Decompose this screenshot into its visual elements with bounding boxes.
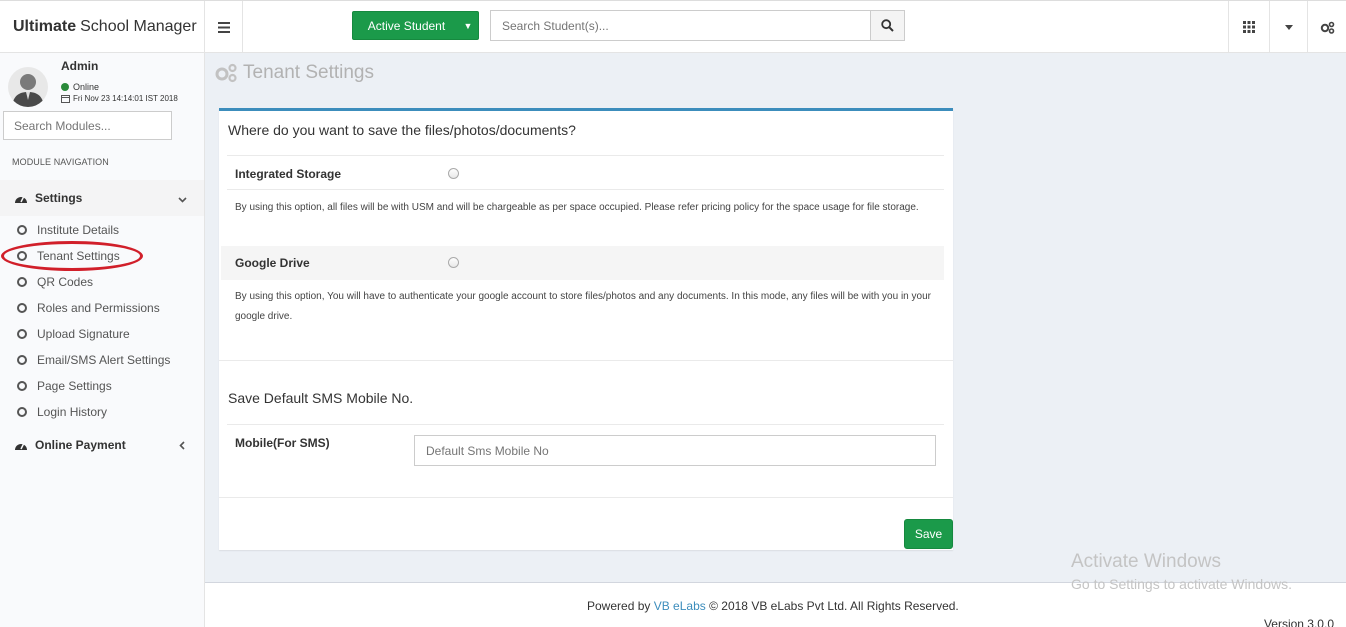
sidebar-item-roles-permissions[interactable]: Roles and Permissions [17, 299, 160, 317]
version-label: Version 3.0.0 [1263, 617, 1334, 627]
user-status-label: Online [73, 82, 100, 92]
google-drive-label: Google Drive [235, 256, 310, 270]
brand-rest: School Manager [80, 18, 197, 35]
module-search-input[interactable] [3, 111, 172, 140]
copyright-text: © 2018 VB eLabs Pvt Ltd. All Rights Rese… [709, 599, 959, 613]
integrated-storage-description: By using this option, all files will be … [235, 202, 919, 213]
sidebar-item-label: QR Codes [37, 275, 94, 289]
user-login-time: Fri Nov 23 14:14:01 IST 2018 [61, 94, 178, 103]
caret-down-icon: ▼ [463, 20, 473, 31]
student-search-input[interactable] [490, 10, 871, 41]
sidebar-item-online-payment[interactable]: Online Payment [0, 431, 204, 459]
google-drive-row [221, 246, 944, 280]
user-datetime: Fri Nov 23 14:14:01 IST 2018 [73, 94, 178, 103]
sidebar-item-label: Login History [37, 405, 108, 419]
sidebar-item-label: Email/SMS Alert Settings [37, 353, 171, 367]
google-drive-description: By using this option, You will have to a… [235, 291, 931, 322]
grid-icon [1243, 21, 1255, 33]
gears-icon [215, 63, 237, 83]
module-navigation-header: MODULE NAVIGATION [12, 157, 109, 167]
page-title: Tenant Settings [214, 62, 374, 84]
sidebar: Admin Online Fri Nov 23 14:14:01 IST 201… [0, 53, 205, 627]
circle-icon [17, 407, 27, 417]
circle-icon [17, 381, 27, 391]
sidebar-item-email-sms-alert[interactable]: Email/SMS Alert Settings [17, 351, 170, 369]
divider [227, 189, 944, 190]
control-sidebar-button[interactable] [1307, 1, 1346, 53]
brand-logo[interactable]: Ultimate School Manager [0, 1, 205, 53]
divider [227, 424, 944, 425]
sidebar-item-settings[interactable]: Settings [0, 180, 204, 216]
integrated-storage-label: Integrated Storage [235, 167, 342, 181]
divider [227, 155, 944, 156]
online-dot-icon [61, 83, 69, 91]
mobile-sms-label: Mobile(For SMS) [235, 436, 330, 450]
sms-mobile-heading: Save Default SMS Mobile No. [228, 390, 414, 406]
sidebar-item-label: Upload Signature [37, 327, 130, 341]
dashboard-icon [14, 193, 30, 204]
top-bar: Ultimate School Manager Active Student ▼ [0, 0, 1346, 53]
search-icon [881, 19, 894, 32]
settings-label: Settings [35, 191, 83, 205]
sidebar-item-upload-signature[interactable]: Upload Signature [17, 325, 130, 343]
save-button[interactable]: Save [904, 519, 953, 549]
windows-activation-subtitle: Go to Settings to activate Windows. [1071, 576, 1292, 592]
gears-icon [1320, 21, 1334, 34]
sidebar-item-label: Institute Details [37, 223, 120, 237]
active-student-label: Active Student [367, 18, 446, 33]
avatar [8, 67, 48, 107]
annotation-highlight-ellipse [1, 241, 143, 271]
sidebar-item-label: Roles and Permissions [37, 301, 160, 315]
user-avatar-icon [12, 74, 44, 107]
page-title-text: Tenant Settings [243, 62, 374, 83]
student-search-button[interactable] [870, 10, 905, 41]
calendar-icon [61, 95, 70, 103]
sms-mobile-input[interactable] [414, 435, 936, 466]
caret-down-icon [1284, 24, 1293, 30]
circle-icon [17, 303, 27, 313]
sidebar-item-label: Page Settings [37, 379, 112, 393]
sidebar-item-qr-codes[interactable]: QR Codes [17, 273, 93, 291]
user-menu-dropdown[interactable] [1269, 1, 1307, 53]
user-name: Admin [61, 59, 99, 73]
circle-icon [17, 277, 27, 287]
storage-question-heading: Where do you want to save the files/phot… [228, 122, 576, 138]
integrated-storage-radio[interactable] [448, 168, 459, 179]
hamburger-icon [217, 21, 230, 33]
dashboard-icon [14, 440, 30, 451]
company-link[interactable]: VB eLabs [654, 599, 706, 613]
divider [219, 497, 953, 498]
circle-icon [17, 225, 27, 235]
chevron-down-icon [178, 192, 187, 206]
divider [219, 360, 953, 361]
online-payment-label: Online Payment [35, 438, 126, 452]
sidebar-item-login-history[interactable]: Login History [17, 403, 107, 421]
chevron-left-icon [179, 439, 185, 453]
tenant-settings-panel: Where do you want to save the files/phot… [219, 108, 953, 550]
user-status: Online [61, 82, 99, 92]
circle-icon [17, 329, 27, 339]
powered-by-label: Powered by [587, 599, 651, 613]
sidebar-item-page-settings[interactable]: Page Settings [17, 377, 112, 395]
apps-grid-button[interactable] [1228, 1, 1269, 53]
windows-activation-title: Activate Windows [1071, 551, 1221, 572]
footer-text: Powered by VB eLabs © 2018 VB eLabs Pvt … [587, 599, 959, 613]
sidebar-toggle-button[interactable] [205, 1, 243, 53]
brand-bold: Ultimate [13, 18, 77, 35]
google-drive-radio[interactable] [448, 257, 459, 268]
sidebar-item-institute-details[interactable]: Institute Details [17, 221, 119, 239]
active-student-dropdown[interactable]: Active Student ▼ [352, 11, 479, 40]
circle-icon [17, 355, 27, 365]
